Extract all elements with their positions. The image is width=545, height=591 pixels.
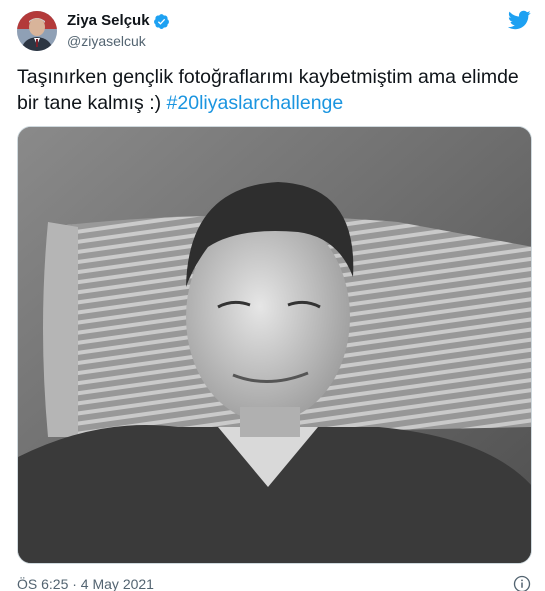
display-name[interactable]: Ziya Selçuk [67, 12, 150, 30]
tweet-photo[interactable] [17, 126, 532, 564]
tweet-text: Taşınırken gençlik fotoğraflarımı kaybet… [17, 64, 532, 116]
user-info: Ziya Selçuk @ziyaselcuk [67, 12, 170, 50]
twitter-bird-icon[interactable] [507, 10, 531, 30]
avatar[interactable] [17, 11, 57, 51]
name-row: Ziya Selçuk [67, 12, 170, 30]
avatar-image [17, 11, 57, 51]
hashtag-link[interactable]: #20liyaslarchallenge [167, 92, 344, 114]
tweet-footer: ÖS 6:25 · 4 May 2021 [17, 573, 531, 591]
tweet-card: Ziya Selçuk @ziyaselcuk Taşınırken gençl… [0, 0, 545, 591]
photo-image [18, 127, 531, 563]
user-handle[interactable]: @ziyaselcuk [67, 32, 170, 50]
info-icon[interactable] [513, 575, 531, 591]
timestamp[interactable]: ÖS 6:25 · 4 May 2021 [17, 576, 154, 591]
tweet-header: Ziya Selçuk @ziyaselcuk [17, 8, 531, 54]
verified-badge-icon [153, 13, 170, 30]
